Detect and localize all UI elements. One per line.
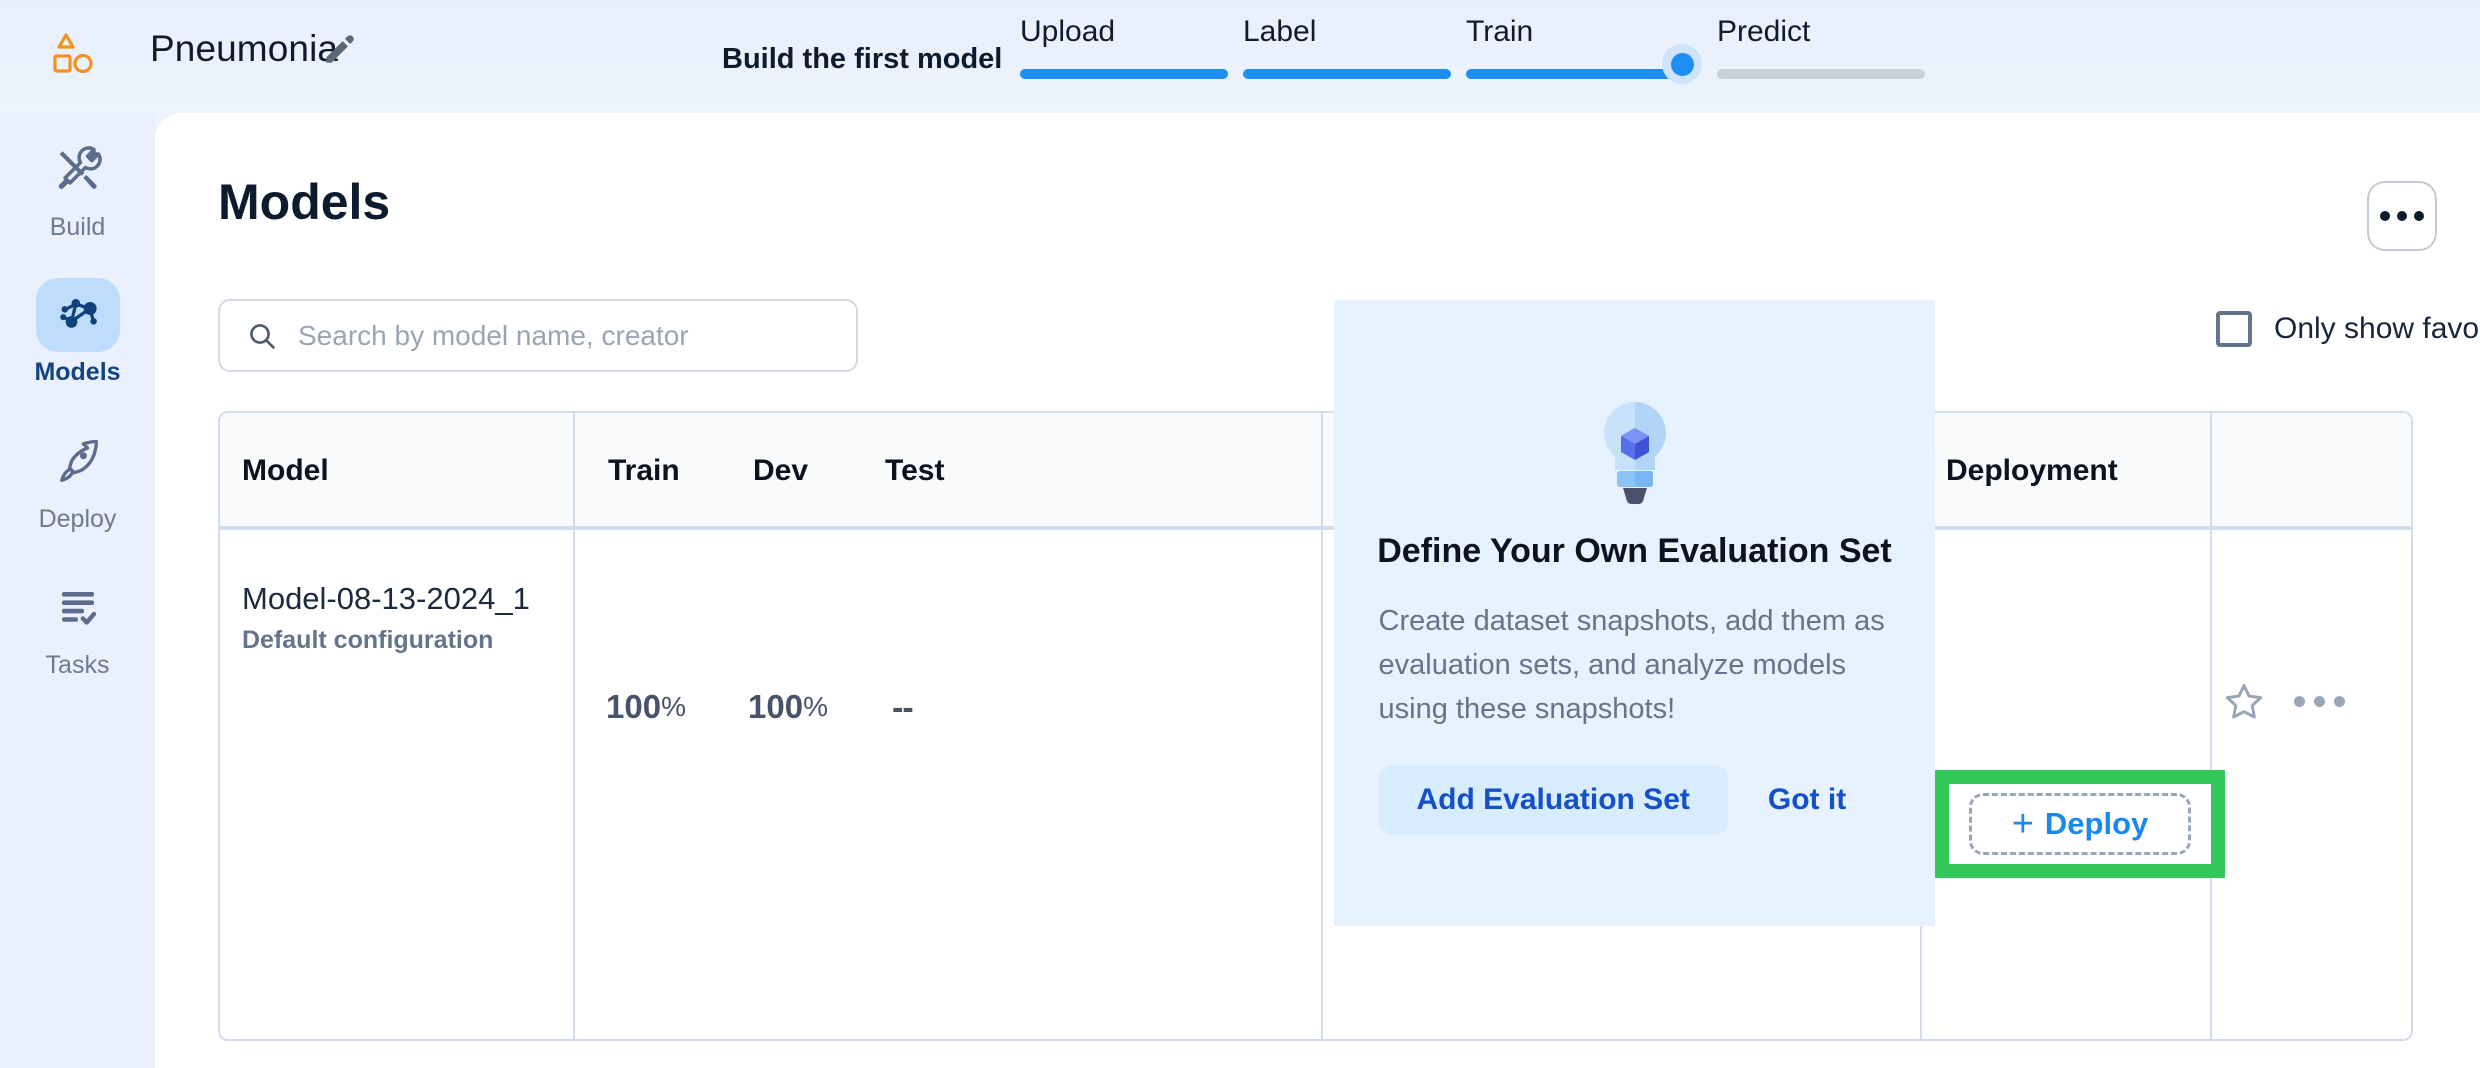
- search-input[interactable]: Search by model name, creator: [218, 299, 858, 372]
- metric-train-unit: %: [661, 691, 686, 723]
- pencil-icon[interactable]: [322, 33, 356, 67]
- more-horizontal-icon: [2334, 696, 2345, 707]
- more-horizontal-icon: [2314, 696, 2325, 707]
- step-label: Train: [1466, 15, 1674, 49]
- step-label: Predict: [1717, 15, 1925, 49]
- more-horizontal-icon: [2294, 696, 2305, 707]
- plus-icon: +: [2012, 805, 2034, 843]
- step-bar: [1243, 69, 1451, 79]
- metric-train: 100%: [606, 688, 686, 726]
- sidebar-item-label: Tasks: [46, 651, 110, 680]
- sidebar-item-deploy[interactable]: Deploy: [0, 425, 155, 534]
- tasklist-icon: [54, 584, 102, 632]
- column-divider: [2210, 413, 2212, 1041]
- shapes-logo-icon: [50, 32, 98, 76]
- metric-dev-unit: %: [803, 691, 828, 723]
- model-name: Model-08-13-2024_1: [242, 581, 530, 617]
- sidebar-item-tasks[interactable]: Tasks: [0, 571, 155, 680]
- popover-title: Define Your Own Evaluation Set: [1377, 532, 1892, 571]
- search-placeholder: Search by model name, creator: [298, 320, 689, 352]
- step-bar: [1020, 69, 1228, 79]
- current-step-dot: [1671, 53, 1694, 76]
- nav-pill: [36, 425, 120, 499]
- column-divider: [1321, 413, 1323, 1041]
- metric-train-value: 100: [606, 688, 661, 726]
- search-icon: [246, 320, 278, 352]
- table-row[interactable]: Model-08-13-2024_1 Default configuration: [242, 581, 530, 655]
- stepper-caption: Build the first model: [722, 43, 1002, 76]
- project-title: Pneumonia: [150, 28, 338, 70]
- popover-actions: Add Evaluation Set Got it: [1379, 765, 1891, 835]
- step-upload[interactable]: Upload: [1020, 15, 1228, 49]
- tools-icon: [53, 145, 103, 195]
- column-header-dev[interactable]: Dev: [753, 413, 808, 528]
- column-header-deployment[interactable]: Deployment: [1946, 413, 2118, 528]
- more-horizontal-icon: [2380, 211, 2390, 221]
- models-table: Model Train Dev Test Deployment Model-08…: [218, 411, 2413, 1041]
- rocket-icon: [53, 437, 103, 487]
- deploy-button[interactable]: + Deploy: [1969, 793, 2191, 855]
- model-config-label: Default configuration: [242, 626, 493, 655]
- step-predict[interactable]: Predict: [1717, 15, 1925, 49]
- sidebar-item-models[interactable]: Models: [0, 278, 155, 387]
- metric-dev: 100%: [748, 688, 828, 726]
- add-evaluation-set-button[interactable]: Add Evaluation Set: [1379, 765, 1728, 835]
- evaluation-set-popover: Define Your Own Evaluation Set Create da…: [1334, 300, 1935, 926]
- nav-pill: [36, 133, 120, 207]
- sidebar-item-label: Build: [50, 213, 106, 242]
- current-step-marker: [1662, 44, 1702, 84]
- step-bar: [1717, 69, 1925, 79]
- app-root: Pneumonia Build the first model Upload L…: [0, 0, 2480, 1068]
- metric-test: --: [892, 689, 913, 728]
- step-bar: [1466, 69, 1674, 79]
- page-title: Models: [218, 173, 390, 231]
- deploy-button-highlight: + Deploy: [1935, 770, 2225, 878]
- nav-pill: [36, 278, 120, 352]
- checkbox-box: [2216, 311, 2252, 347]
- more-horizontal-icon: [2414, 211, 2424, 221]
- sidebar: Build: [0, 113, 155, 1068]
- favorite-star-button[interactable]: [2223, 681, 2265, 723]
- step-train[interactable]: Train: [1466, 15, 1674, 49]
- column-header-test[interactable]: Test: [885, 413, 944, 528]
- column-header-model[interactable]: Model: [242, 413, 329, 528]
- got-it-button[interactable]: Got it: [1742, 765, 1872, 835]
- deploy-button-label: Deploy: [2045, 806, 2148, 842]
- top-bar: Pneumonia Build the first model Upload L…: [0, 0, 2480, 113]
- header-divider: [220, 528, 2411, 530]
- popover-body: Create dataset snapshots, add them as ev…: [1379, 599, 1891, 731]
- star-outline-icon: [2223, 681, 2265, 723]
- column-header-train[interactable]: Train: [608, 413, 680, 528]
- network-icon: [52, 289, 104, 341]
- page-more-menu-button[interactable]: [2367, 181, 2437, 251]
- sidebar-item-label: Deploy: [39, 505, 117, 534]
- more-horizontal-icon: [2397, 211, 2407, 221]
- metric-dev-value: 100: [748, 688, 803, 726]
- favorites-filter-label: Only show favorite models: [2274, 312, 2480, 346]
- column-divider: [573, 413, 575, 1041]
- nav-pill: [36, 571, 120, 645]
- main-content-card: Models Search by model name, creator Onl…: [155, 113, 2480, 1068]
- step-label: Label: [1243, 15, 1451, 49]
- sidebar-item-build[interactable]: Build: [0, 133, 155, 242]
- sidebar-item-label: Models: [34, 358, 120, 387]
- step-label-step[interactable]: Label: [1243, 15, 1451, 49]
- row-more-menu-button[interactable]: [2294, 696, 2345, 707]
- lightbulb-cube-icon: [1592, 398, 1678, 510]
- favorites-filter-checkbox[interactable]: Only show favorite models: [2216, 311, 2480, 347]
- step-label: Upload: [1020, 15, 1228, 49]
